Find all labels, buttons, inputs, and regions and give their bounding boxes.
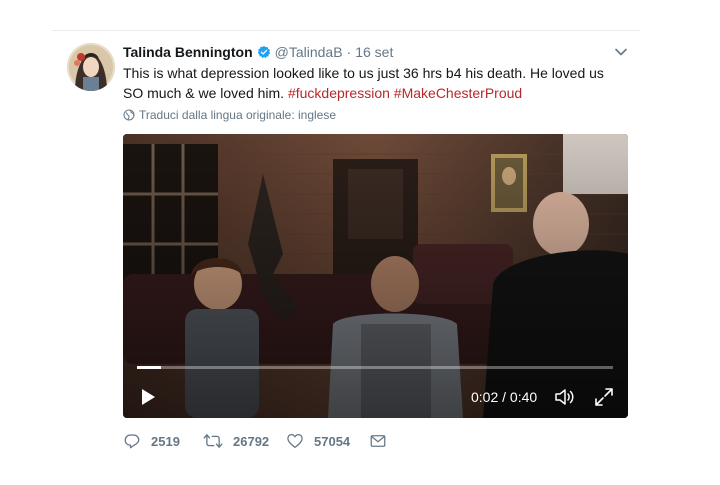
reply-button[interactable]: 2519: [123, 432, 203, 450]
reply-count: 2519: [151, 433, 180, 449]
retweet-icon: [203, 434, 223, 448]
like-button[interactable]: 57054: [286, 432, 369, 450]
tweet-text: This is what depression looked like to u…: [123, 63, 623, 103]
separator-dot: ·: [346, 44, 352, 60]
author-name[interactable]: Talinda Bennington: [123, 44, 253, 60]
video-time: 0:02 / 0:40: [471, 389, 537, 405]
translate-link[interactable]: Traduci dalla lingua originale: inglese: [123, 108, 336, 122]
globe-icon: [123, 109, 135, 121]
message-icon: [370, 435, 386, 447]
tweet-timestamp[interactable]: 16 set: [355, 44, 393, 60]
video-progress-fill: [137, 366, 161, 369]
video-player[interactable]: 0:02 / 0:40: [123, 134, 628, 418]
like-count: 57054: [314, 433, 351, 449]
volume-icon[interactable]: [553, 386, 577, 408]
video-time-separator: /: [498, 389, 510, 405]
tweet-header: Talinda Bennington @TalindaB · 16 set: [123, 43, 393, 61]
hashtag-fuckdepression[interactable]: #fuckdepression: [288, 85, 390, 101]
play-icon[interactable]: [137, 386, 159, 408]
author-handle[interactable]: @TalindaB: [275, 44, 343, 60]
avatar-image: [67, 43, 115, 91]
video-current-time: 0:02: [471, 389, 499, 405]
fullscreen-icon[interactable]: [593, 386, 615, 408]
video-duration: 0:40: [509, 389, 538, 405]
video-frame: [123, 134, 628, 418]
reply-icon: [124, 434, 140, 449]
direct-message-button[interactable]: [369, 432, 397, 450]
avatar[interactable]: [67, 43, 115, 91]
tweet-actions: 2519 26792 57054: [123, 431, 397, 451]
tweet-card[interactable]: Talinda Bennington @TalindaB · 16 set Th…: [52, 30, 640, 471]
retweet-count: 26792: [233, 433, 270, 449]
video-progress-bar[interactable]: [137, 366, 613, 369]
hashtag-makechesterproud[interactable]: #MakeChesterProud: [394, 85, 522, 101]
like-icon: [287, 433, 303, 449]
chevron-down-icon[interactable]: [614, 45, 628, 59]
retweet-button[interactable]: 26792: [203, 432, 286, 450]
verified-badge-icon: [257, 45, 271, 59]
translate-label: Traduci dalla lingua originale: inglese: [139, 108, 337, 122]
